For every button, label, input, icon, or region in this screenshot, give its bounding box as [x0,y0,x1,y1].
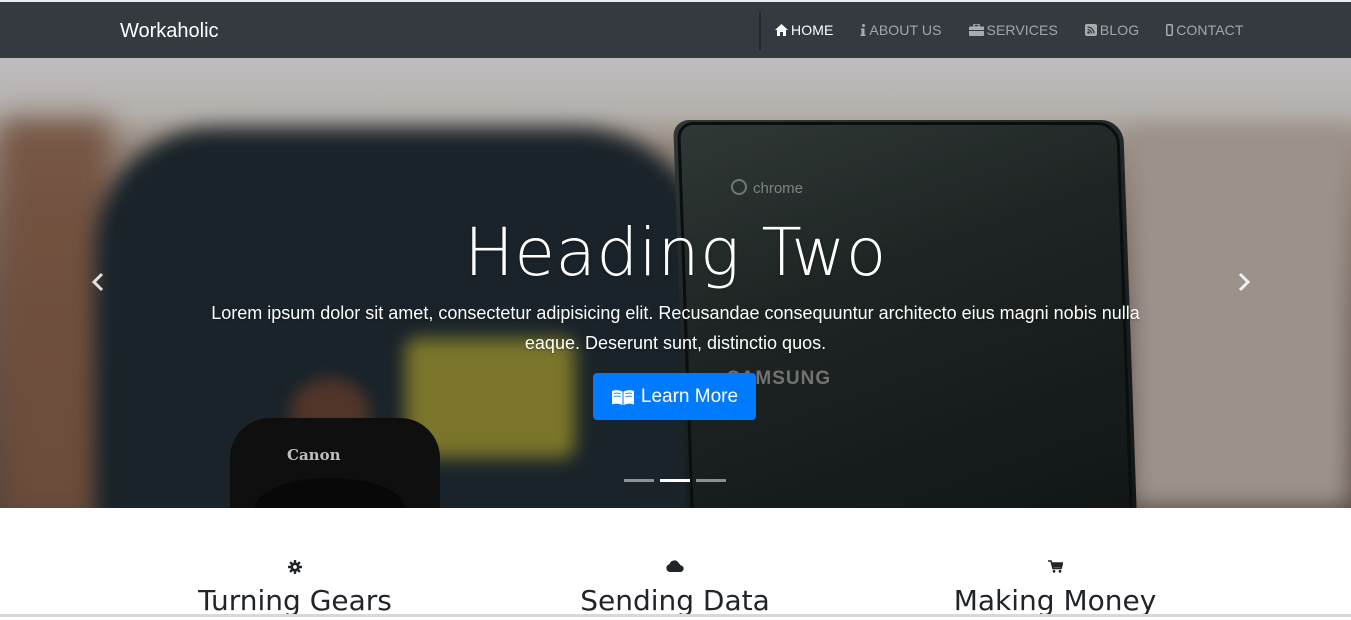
nav-services[interactable]: SERVICES [968,2,1058,58]
hero-text: Lorem ipsum dolor sit amet, consectetur … [211,303,1140,353]
briefcase-icon [968,24,984,36]
gear-icon [288,560,302,574]
indicator-2[interactable] [660,479,690,482]
home-icon [775,24,788,36]
mobile-icon [1166,24,1174,36]
nav-home-label: HOME [791,22,834,38]
hero-heading: Heading Two [464,214,887,291]
learn-more-button[interactable]: Learn More [593,373,756,420]
nav-blog[interactable]: BLOG [1084,2,1140,58]
indicator-1[interactable] [624,479,654,482]
hero-carousel: chrome SAMSUNG Canon Heading Two Lorem i… [0,58,1351,508]
cloud-icon [666,560,684,572]
nav-divider [759,12,761,50]
nav-contact-label: CONTACT [1176,22,1244,38]
indicator-3[interactable] [696,479,726,482]
nav-home[interactable]: HOME [775,2,833,58]
nav-about[interactable]: ABOUT US [860,2,941,58]
nav-links: HOME ABOUT US SERVICES BLOG CONTACT [775,2,1244,58]
info-icon [860,24,866,36]
cart-icon [1047,560,1063,573]
features-section: Turning Gears Sending Data Making Money [0,508,1351,617]
nav-blog-label: BLOG [1099,22,1140,38]
nav-contact[interactable]: CONTACT [1166,2,1243,58]
learn-more-label: Learn More [640,385,739,407]
navbar: Workaholic HOME ABOUT US SERVICES BLOG C… [0,2,1351,58]
nav-services-label: SERVICES [986,22,1058,38]
brand-link[interactable]: Workaholic [120,2,219,58]
book-open-icon [611,388,635,406]
nav-about-label: ABOUT US [869,22,942,38]
carousel-indicators [624,479,732,482]
rss-icon [1084,24,1097,36]
